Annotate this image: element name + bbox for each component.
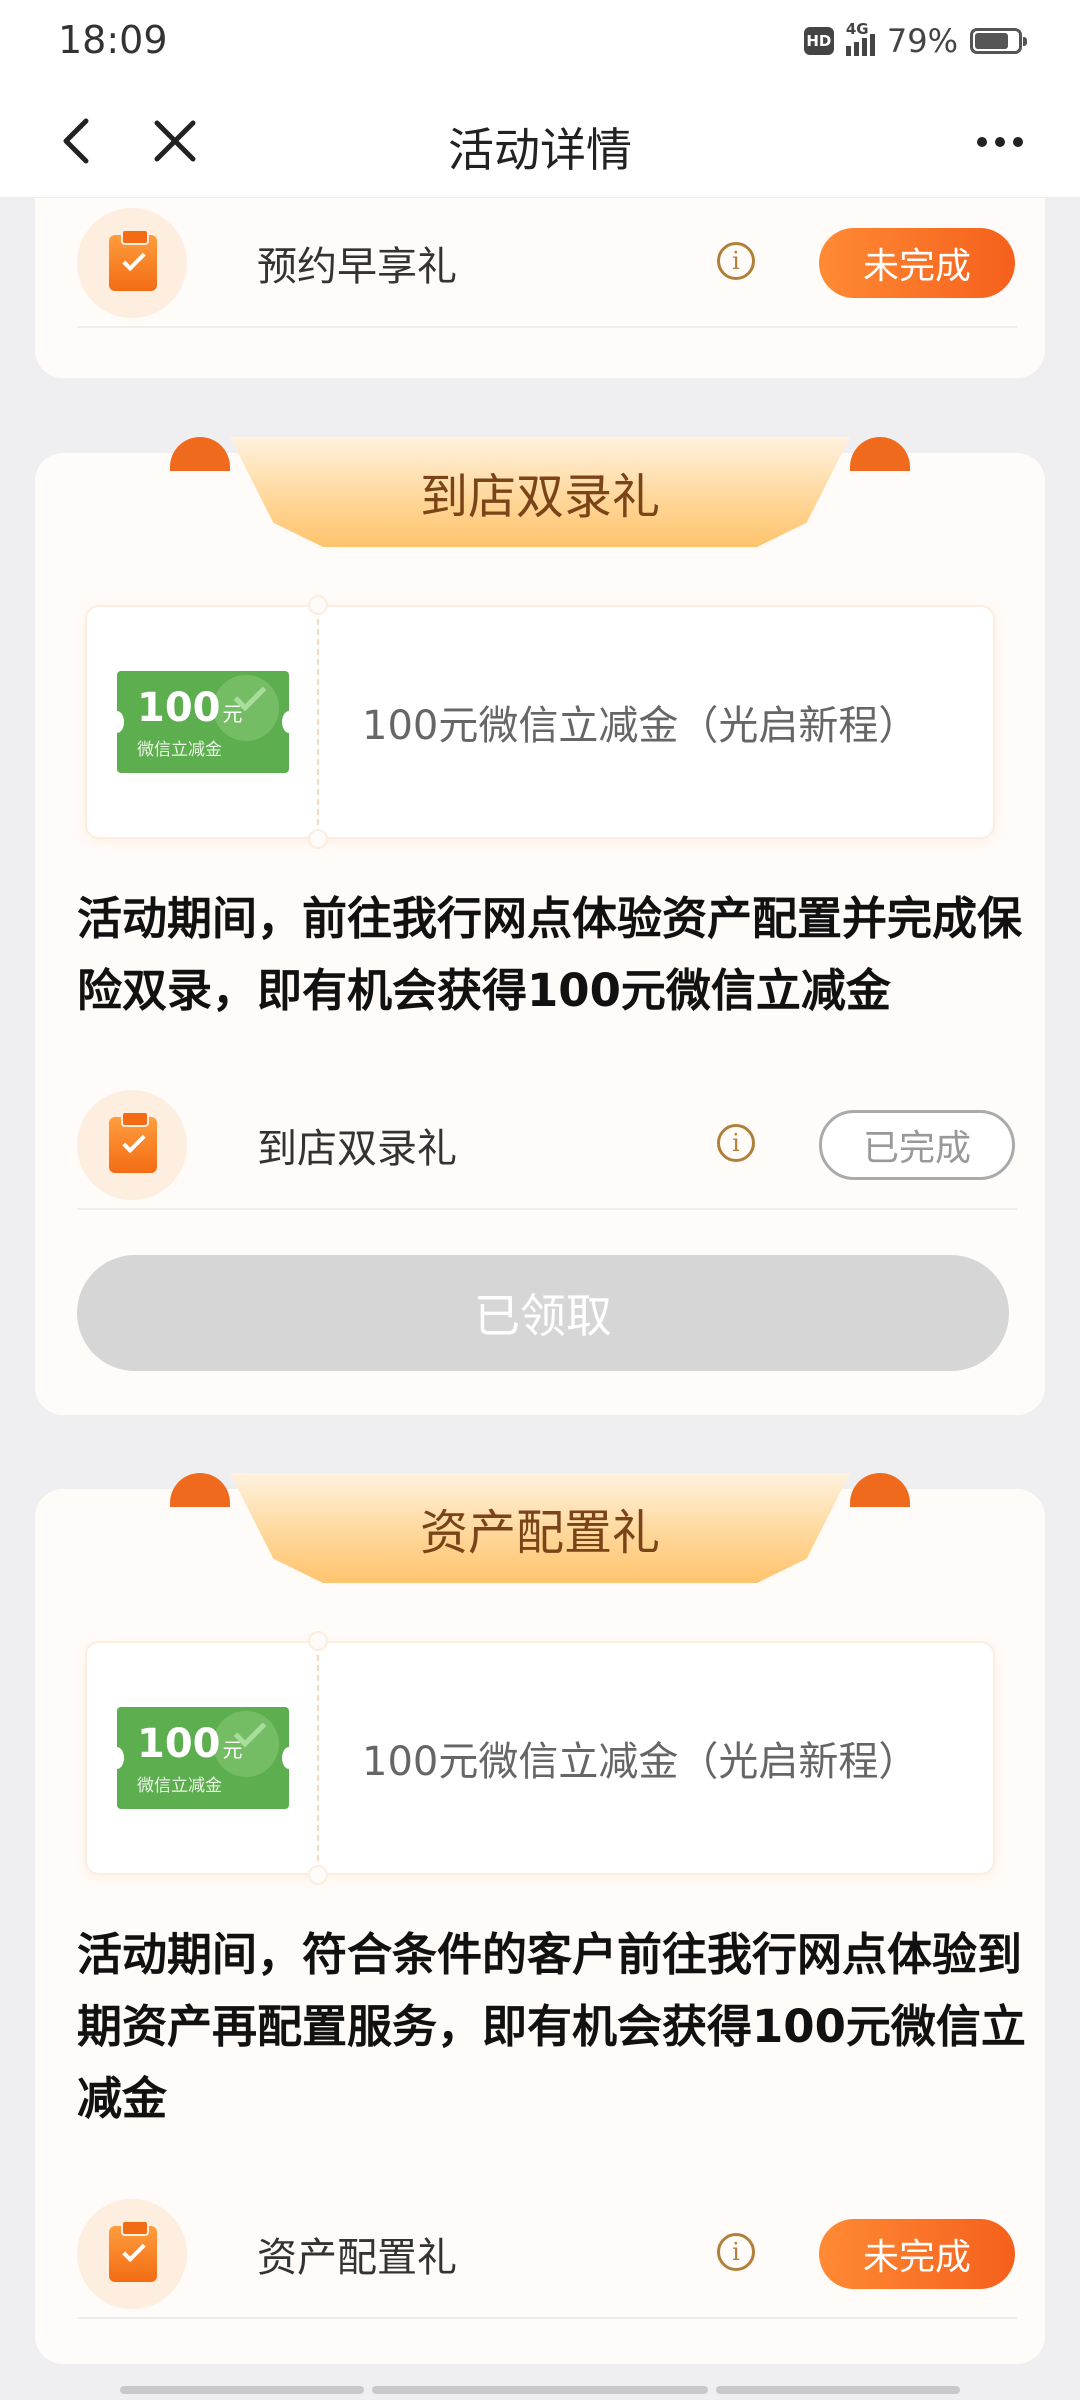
chevron-left-icon [63,118,89,164]
task-row: 到店双录礼 i 已完成 [77,1080,1017,1210]
voucher-amount: 100 元 [137,1721,243,1767]
claimed-button[interactable]: 已领取 [77,1255,1009,1371]
reward-section-double-record: 到店双录礼 100 元 微信立减金 100元微信立减金（光启新程） 活动期间，前往… [35,437,1045,1415]
scroll-indicator [716,2386,960,2394]
back-button[interactable] [50,114,100,168]
coupon-card: 100 元 微信立减金 100元微信立减金（光启新程） [85,1631,995,1885]
status-indicators: HD 4G 79% [803,20,1027,60]
voucher-amount: 100 元 [137,685,243,731]
task-row: 预约早享礼 i 未完成 [77,198,1017,328]
task-status-button[interactable]: 未完成 [819,2219,1015,2289]
network-type-label: 4G [845,20,869,38]
voucher-label: 微信立减金 [137,1776,222,1796]
signal-icon: 4G [845,20,875,56]
section-title: 到店双录礼 [230,437,850,547]
info-icon[interactable]: i [717,242,755,280]
task-status-button[interactable]: 未完成 [819,228,1015,298]
battery-level-fill [975,33,1009,49]
task-label: 预约早享礼 [257,244,457,290]
voucher-icon: 100 元 微信立减金 [117,671,289,773]
status-time: 18:09 [58,18,168,62]
battery-icon [970,28,1027,54]
more-dots-icon [977,137,1023,147]
section-description: 活动期间，前往我行网点体验资产配置并完成保 险双录，即有机会获得100元微信立减… [77,892,1023,1017]
status-bar: 18:09 HD 4G 79% [0,0,1080,84]
coupon-title: 100元微信立减金（光启新程） [362,703,919,749]
battery-percent: 79% [886,22,958,60]
close-icon [154,120,196,162]
hd-icon: HD [803,27,834,55]
coupon-title: 100元微信立减金（光启新程） [362,1739,919,1785]
task-card-early-bird: 预约早享礼 i 未完成 [35,198,1045,378]
section-description: 活动期间，符合条件的客户前往我行网点体验到 期资产再配置服务，即有机会获得100… [77,1928,1026,2125]
task-label: 资产配置礼 [257,2235,457,2281]
section-title: 资产配置礼 [230,1473,850,1583]
coupon-card: 100 元 微信立减金 100元微信立减金（光启新程） [85,595,995,849]
voucher-label: 微信立减金 [137,740,222,760]
info-icon[interactable]: i [717,1124,755,1162]
task-status-button[interactable]: 已完成 [819,1110,1015,1180]
section-ribbon: 资产配置礼 [170,1473,910,1583]
info-icon[interactable]: i [717,2233,755,2271]
reward-section-asset-allocation: 资产配置礼 100 元 微信立减金 100元微信立减金（光启新程） 活动期间，符合… [35,1473,1045,2364]
nav-bar: 活动详情 [0,84,1080,198]
more-button[interactable] [972,124,1028,160]
scroll-indicator [372,2386,708,2394]
task-label: 到店双录礼 [257,1126,457,1172]
scroll-indicator [120,2386,364,2394]
close-button[interactable] [148,114,202,168]
task-row: 资产配置礼 i 未完成 [77,2189,1017,2319]
section-ribbon: 到店双录礼 [170,437,910,547]
voucher-icon: 100 元 微信立减金 [117,1707,289,1809]
